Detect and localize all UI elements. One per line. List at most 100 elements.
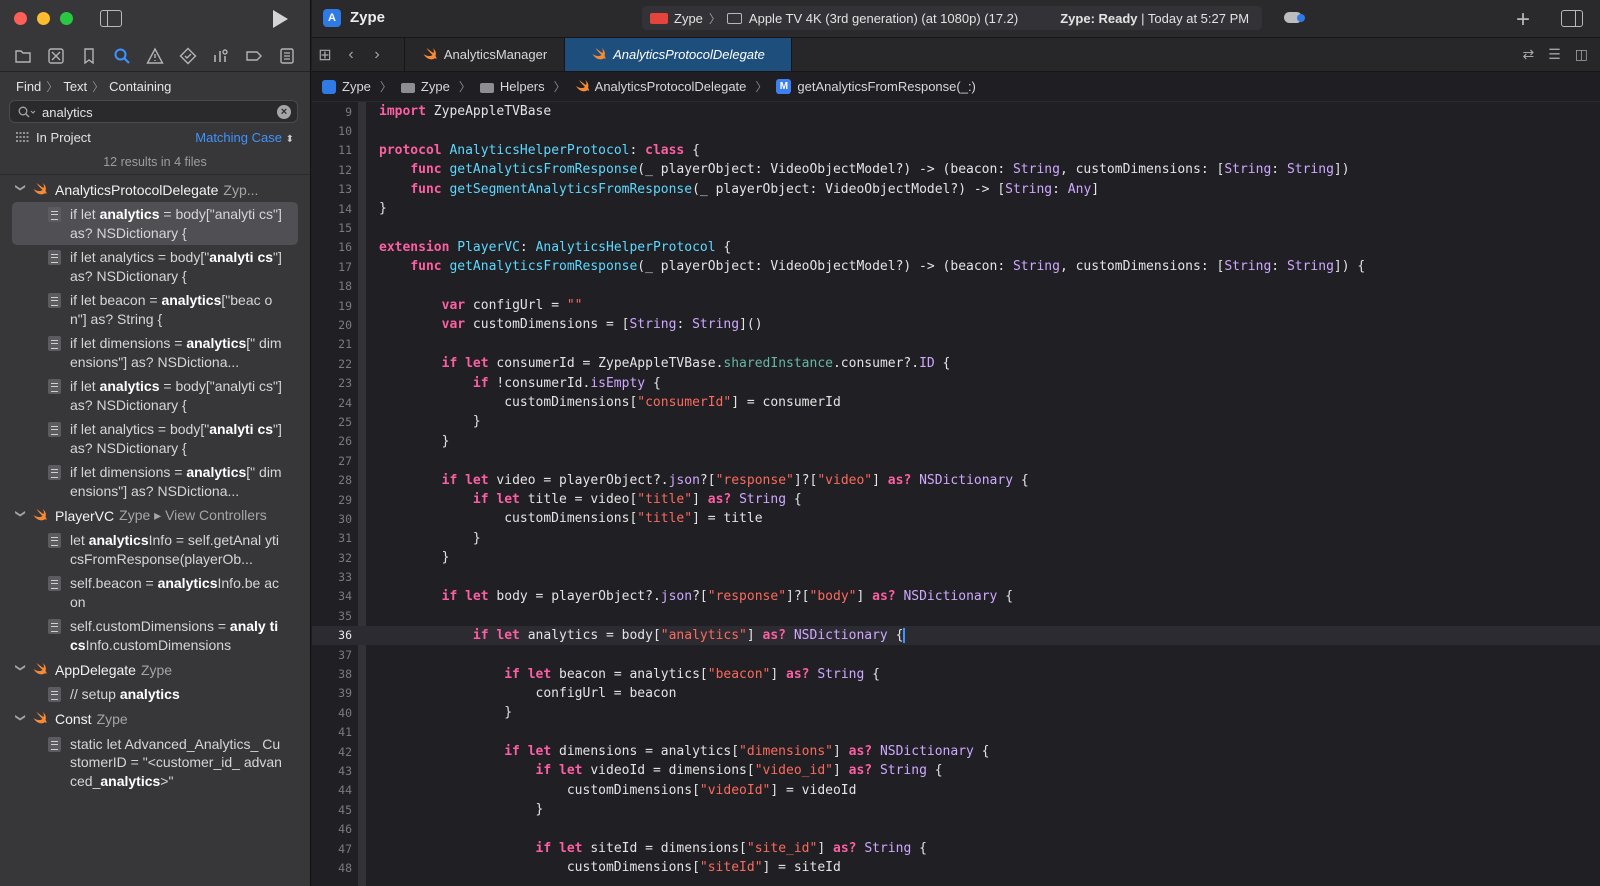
breakpoint-icon[interactable] xyxy=(243,45,265,67)
folder-icon[interactable] xyxy=(12,45,34,67)
activity-view[interactable]: Zype 〉 Apple TV 4K (3rd generation) (at … xyxy=(642,6,1262,30)
code-line[interactable]: 30 customDimensions["title"] = title xyxy=(312,509,1600,528)
result-file-row[interactable]: ❯ AnalyticsProtocolDelegate Zyp... xyxy=(0,177,310,202)
grid-icon[interactable]: ⊞ xyxy=(312,38,338,71)
report-icon[interactable] xyxy=(276,45,298,67)
code-line[interactable]: 28 if let video = playerObject?.json?["r… xyxy=(312,470,1600,489)
code-line[interactable]: 45 } xyxy=(312,800,1600,819)
code-line[interactable]: 25 } xyxy=(312,412,1600,431)
search-field[interactable]: × xyxy=(9,100,298,123)
code-line[interactable]: 43 if let videoId = dimensions["video_id… xyxy=(312,761,1600,780)
code-line[interactable]: 20 var customDimensions = [String: Strin… xyxy=(312,315,1600,334)
test-diamond-icon[interactable] xyxy=(177,45,199,67)
code-line[interactable]: 14} xyxy=(312,199,1600,218)
zoom-window-button[interactable] xyxy=(60,12,73,25)
clear-search-icon[interactable]: × xyxy=(277,105,291,119)
breadcrumb-file[interactable]: AnalyticsProtocolDelegate xyxy=(595,79,747,94)
code-line[interactable]: 12 func getAnalyticsFromResponse(_ playe… xyxy=(312,160,1600,179)
result-match-row[interactable]: if let analytics = body["analyti cs"] as… xyxy=(0,417,310,460)
inspector-toggle-icon[interactable] xyxy=(1561,10,1583,27)
code-line[interactable]: 47 if let siteId = dimensions["site_id"]… xyxy=(312,839,1600,858)
split-editor-icon[interactable]: ◫ xyxy=(1575,46,1588,63)
result-file-row[interactable]: ❯ AppDelegate Zype xyxy=(0,657,310,682)
forward-icon[interactable]: › xyxy=(364,38,390,71)
code-line[interactable]: 19 var configUrl = "" xyxy=(312,296,1600,315)
breadcrumb-group[interactable]: Zype xyxy=(421,79,450,94)
destination-selector[interactable]: Apple TV 4K (3rd generation) (at 1080p) … xyxy=(749,11,1018,26)
debug-icon[interactable] xyxy=(210,45,232,67)
result-match-row[interactable]: if let dimensions = analytics[" dimensio… xyxy=(0,460,310,503)
breadcrumb-project[interactable]: Zype xyxy=(342,79,371,94)
result-match-row[interactable]: let analyticsInfo = self.getAnal yticsFr… xyxy=(0,528,310,571)
editor-tab[interactable]: AnalyticsProtocolDelegate xyxy=(564,38,792,71)
scheme-selector[interactable]: Zype xyxy=(674,11,703,26)
result-match-row[interactable]: self.beacon = analyticsInfo.be acon xyxy=(0,571,310,614)
result-match-row[interactable]: self.customDimensions = analy ticsInfo.c… xyxy=(0,614,310,657)
editor-tab[interactable]: AnalyticsManager xyxy=(404,38,564,71)
code-line[interactable]: 32 } xyxy=(312,548,1600,567)
result-match-row[interactable]: static let Advanced_Analytics_ CustomerI… xyxy=(0,732,310,794)
find-mode-containing[interactable]: Containing xyxy=(109,79,171,94)
matching-case-selector[interactable]: Matching Case ⬍ xyxy=(195,130,294,145)
code-line[interactable]: 38 if let beacon = analytics["beacon"] a… xyxy=(312,664,1600,683)
warning-icon[interactable] xyxy=(144,45,166,67)
code-line[interactable]: 24 customDimensions["consumerId"] = cons… xyxy=(312,393,1600,412)
result-match-row[interactable]: if let analytics = body["analyti cs"] as… xyxy=(0,374,310,417)
cloud-status-icon[interactable] xyxy=(1284,12,1305,23)
code-line[interactable]: 41 xyxy=(312,723,1600,742)
code-line[interactable]: 22 if let consumerId = ZypeAppleTVBase.s… xyxy=(312,354,1600,373)
code-line[interactable]: 46 xyxy=(312,819,1600,838)
code-line[interactable]: 36 if let analytics = body["analytics"] … xyxy=(312,625,1600,645)
code-line[interactable]: 39 configUrl = beacon xyxy=(312,684,1600,703)
result-match-row[interactable]: if let analytics = body["analyti cs"] as… xyxy=(12,202,298,245)
code-line[interactable]: 48 customDimensions["siteId"] = siteId xyxy=(312,858,1600,877)
code-line[interactable]: 34 if let body = playerObject?.json?["re… xyxy=(312,587,1600,606)
code-line[interactable]: 42 if let dimensions = analytics["dimens… xyxy=(312,742,1600,761)
find-mode-find[interactable]: Find xyxy=(16,79,41,94)
result-match-row[interactable]: // setup analytics xyxy=(0,682,310,707)
bookmark-icon[interactable] xyxy=(78,45,100,67)
back-icon[interactable]: ‹ xyxy=(338,38,364,71)
code-line[interactable]: 29 if let title = video["title"] as? Str… xyxy=(312,490,1600,509)
close-window-button[interactable] xyxy=(14,12,27,25)
code-line[interactable]: 11 protocol AnalyticsHelperProtocol: clas… xyxy=(312,141,1600,160)
adjust-editor-icon[interactable]: ☰ xyxy=(1548,46,1561,63)
code-line[interactable]: 17 func getAnalyticsFromResponse(_ playe… xyxy=(312,257,1600,276)
code-line[interactable]: 44 customDimensions["videoId"] = videoId xyxy=(312,781,1600,800)
result-file-row[interactable]: ❯ Const Zype xyxy=(0,707,310,732)
code-line[interactable]: 16 extension PlayerVC: AnalyticsHelperPro… xyxy=(312,238,1600,257)
code-line[interactable]: 35 xyxy=(312,606,1600,625)
result-match-row[interactable]: if let analytics = body["analyti cs"] as… xyxy=(0,245,310,288)
code-line[interactable]: 10 xyxy=(312,121,1600,140)
source-editor[interactable]: 9 import ZypeAppleTVBase 10 11 protocol Anal… xyxy=(312,102,1600,886)
result-file-row[interactable]: ❯ PlayerVC Zype ▸ View Controllers xyxy=(0,503,310,528)
sidebar-toggle-icon[interactable] xyxy=(100,10,122,27)
result-match-row[interactable]: if let beacon = analytics["beac on"] as?… xyxy=(0,288,310,331)
code-line[interactable]: 31 } xyxy=(312,529,1600,548)
code-line[interactable]: 9 import ZypeAppleTVBase xyxy=(312,102,1600,121)
breadcrumb-symbol[interactable]: getAnalyticsFromResponse(_:) xyxy=(797,79,975,94)
code-line[interactable]: 13 func getSegmentAnalyticsFromResponse(… xyxy=(312,180,1600,199)
code-line[interactable]: 18 xyxy=(312,277,1600,296)
swap-icon[interactable]: ⇄ xyxy=(1522,46,1534,63)
minimize-window-button[interactable] xyxy=(37,12,50,25)
code-line[interactable]: 27 xyxy=(312,451,1600,470)
code-line[interactable]: 23 if !consumerId.isEmpty { xyxy=(312,373,1600,392)
run-button[interactable] xyxy=(273,10,288,28)
breadcrumb-folder[interactable]: Helpers xyxy=(500,79,545,94)
disclosure-chevron-icon[interactable]: ❯ xyxy=(15,713,26,725)
code-line[interactable]: 37 xyxy=(312,645,1600,664)
disclosure-chevron-icon[interactable]: ❯ xyxy=(15,510,26,522)
code-line[interactable]: 40 } xyxy=(312,703,1600,722)
search-icon[interactable] xyxy=(111,45,133,67)
add-library-button[interactable]: + xyxy=(1516,6,1530,34)
disclosure-chevron-icon[interactable]: ❯ xyxy=(15,184,26,196)
scope-selector[interactable]: In Project xyxy=(16,130,91,145)
code-line[interactable]: 21 xyxy=(312,335,1600,354)
code-line[interactable]: 15 xyxy=(312,218,1600,237)
source-control-icon[interactable] xyxy=(45,45,67,67)
search-input[interactable] xyxy=(42,103,272,121)
result-match-row[interactable]: if let dimensions = analytics[" dimensio… xyxy=(0,331,310,374)
find-mode-text[interactable]: Text xyxy=(63,79,87,94)
code-line[interactable]: 33 xyxy=(312,567,1600,586)
